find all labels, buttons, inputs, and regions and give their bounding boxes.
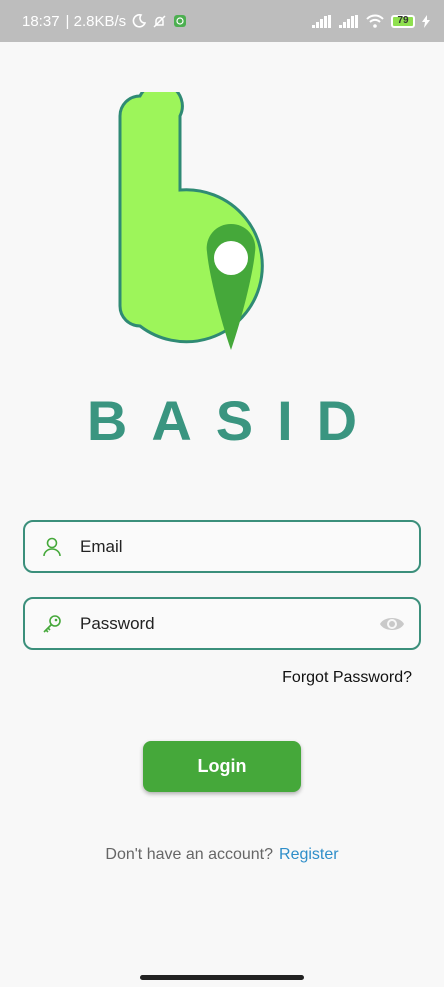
key-icon [43, 614, 61, 633]
battery-icon: 79 [391, 14, 415, 28]
register-prompt: Don't have an account? Register [0, 846, 444, 864]
home-indicator[interactable] [140, 975, 304, 980]
status-speed: | 2.8KB/s [65, 12, 127, 30]
status-right: 79 [312, 14, 430, 28]
eye-icon[interactable] [379, 614, 405, 634]
basid-logo [118, 92, 264, 350]
moon-icon [132, 14, 147, 28]
signal-icon [312, 14, 331, 28]
email-field[interactable] [23, 520, 421, 573]
wifi-icon [366, 14, 384, 28]
password-field[interactable] [23, 597, 421, 650]
status-left: 18:37 | 2.8KB/s [22, 13, 187, 30]
bell-off-icon [153, 14, 166, 28]
signal-icon-2 [339, 14, 358, 28]
status-bar: 18:37 | 2.8KB/s 79 [0, 0, 444, 42]
charging-icon [422, 14, 430, 28]
status-time: 18:37 [22, 12, 60, 30]
register-question: Don't have an account? [105, 846, 274, 863]
brand-name: BASID [86, 389, 382, 452]
password-input[interactable] [78, 598, 379, 649]
app-notification-icon [174, 15, 187, 27]
forgot-password-link[interactable]: Forgot Password? [282, 669, 412, 687]
register-link[interactable]: Register [279, 846, 339, 863]
email-input[interactable] [78, 521, 419, 572]
login-button[interactable]: Login [143, 741, 301, 792]
person-icon [43, 537, 61, 556]
